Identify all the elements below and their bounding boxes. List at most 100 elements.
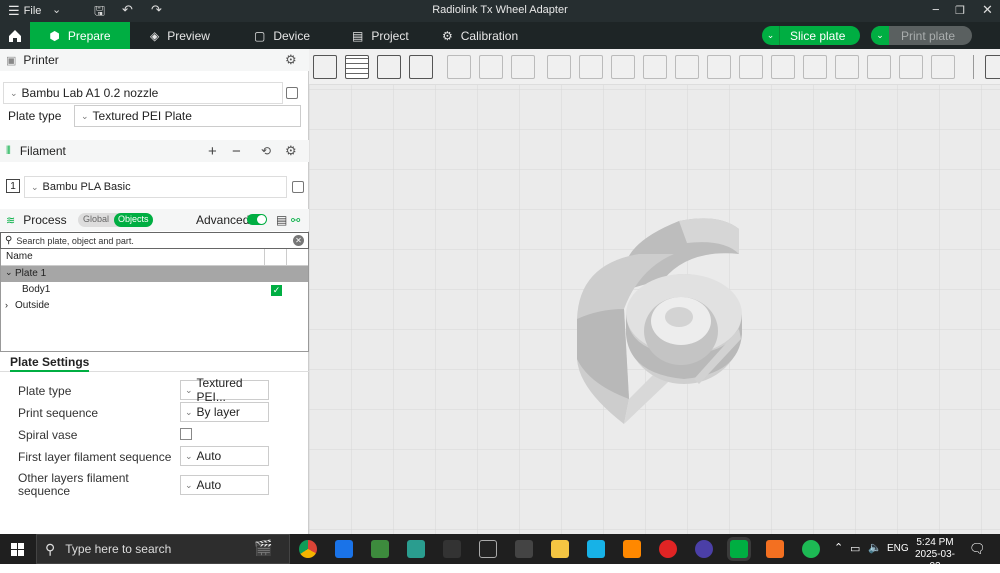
collapse-chevron-icon[interactable]: ⌄ xyxy=(5,267,13,278)
app-green-icon[interactable] xyxy=(371,540,389,558)
assembly-icon[interactable] xyxy=(899,55,923,79)
setting-other-layers-seq-select[interactable]: ⌄ Auto xyxy=(180,475,269,495)
vlc-icon[interactable] xyxy=(623,540,641,558)
object-search-box[interactable]: ⚲ Search plate, object and part. ✕ xyxy=(0,232,309,249)
compare-icon[interactable]: ▤ xyxy=(276,213,287,227)
filament-select[interactable]: ⌄ Bambu PLA Basic xyxy=(24,176,287,198)
mail-icon[interactable] xyxy=(335,540,353,558)
printer-settings-gear-icon[interactable]: ⚙ xyxy=(285,52,297,68)
add-object-icon[interactable] xyxy=(313,55,337,79)
text-tool-icon[interactable] xyxy=(803,55,827,79)
tab-project-label: Project xyxy=(371,28,409,43)
inkscape-icon[interactable] xyxy=(443,540,461,558)
network-icon[interactable]: ▭ xyxy=(850,542,860,555)
setting-first-layer-seq-select[interactable]: ⌄ Auto xyxy=(180,446,269,466)
clear-search-icon[interactable]: ✕ xyxy=(293,235,304,246)
home-button[interactable] xyxy=(0,22,30,49)
setting-print-sequence-select[interactable]: ⌄ By layer xyxy=(180,402,269,422)
clock[interactable]: 5:24 PM 2025-03-02 xyxy=(912,537,958,573)
tab-prepare[interactable]: ⬢ Prepare xyxy=(30,22,130,49)
plate-type-select[interactable]: ⌄ Textured PEI Plate xyxy=(74,105,301,127)
object-checkbox-checked[interactable]: ✓ xyxy=(271,285,282,296)
tab-preview[interactable]: ◈ Preview xyxy=(150,22,210,49)
paste-icon[interactable] xyxy=(479,55,503,79)
move-icon[interactable] xyxy=(547,55,571,79)
toggle-global[interactable]: Global xyxy=(83,214,109,224)
bambu-studio-icon[interactable] xyxy=(730,540,748,558)
tab-calibration[interactable]: ⚙ Calibration xyxy=(442,22,518,49)
app-framed-icon[interactable] xyxy=(479,540,497,558)
advanced-switch[interactable] xyxy=(247,214,267,225)
tab-project[interactable]: ▤ Project xyxy=(352,22,409,49)
variable-height-icon[interactable] xyxy=(931,55,955,79)
clock-date: 2025-03-02 xyxy=(914,549,956,572)
filament-settings-gear-icon[interactable]: ⚙ xyxy=(285,143,297,159)
restore-icon[interactable]: ❐ xyxy=(955,4,965,17)
table-row-object[interactable]: Body1 ✓ xyxy=(1,282,308,298)
global-objects-toggle[interactable]: Global Objects xyxy=(78,213,153,227)
toggle-objects[interactable]: Objects xyxy=(114,213,153,227)
copy-icon[interactable] xyxy=(447,55,471,79)
fusion-icon[interactable] xyxy=(766,540,784,558)
table-row-outside[interactable]: › Outside xyxy=(1,298,308,314)
language-indicator[interactable]: ENG xyxy=(887,543,909,554)
print-plate-button[interactable]: ⌄ Print plate xyxy=(871,26,972,45)
setting-first-layer-seq-label: First layer filament sequence xyxy=(18,450,172,464)
filter-icon[interactable]: ⚯ xyxy=(291,214,300,227)
chevron-down-icon: ⌄ xyxy=(185,406,193,417)
3d-viewport[interactable] xyxy=(309,49,1000,534)
volume-icon[interactable]: 🔈 xyxy=(868,541,882,554)
support-paint-icon[interactable] xyxy=(739,55,763,79)
app-p-icon[interactable] xyxy=(515,540,533,558)
minimize-icon[interactable]: − xyxy=(932,2,940,17)
seam-paint-icon[interactable] xyxy=(771,55,795,79)
calibration-icon: ⚙ xyxy=(442,28,453,43)
spotify-icon[interactable] xyxy=(802,540,820,558)
print-plate-label: Print plate xyxy=(901,28,956,43)
windows-start-icon[interactable] xyxy=(11,543,24,556)
app-teal-icon[interactable] xyxy=(407,540,425,558)
setting-print-sequence-value: By layer xyxy=(196,405,240,419)
spiral-vase-checkbox[interactable] xyxy=(180,428,192,440)
notifications-icon[interactable]: 🗨 xyxy=(969,541,986,557)
filament-header-label: Filament xyxy=(19,144,66,158)
tab-device[interactable]: ▢ Device xyxy=(254,22,310,49)
arrange-icon[interactable] xyxy=(409,55,433,79)
chrome-icon[interactable] xyxy=(299,540,317,558)
measure-icon[interactable] xyxy=(867,55,891,79)
add-filament-icon[interactable]: + xyxy=(208,143,217,160)
table-row-plate[interactable]: ⌄ Plate 1 xyxy=(1,266,308,282)
file-explorer-icon[interactable] xyxy=(551,540,569,558)
rotate-icon[interactable] xyxy=(579,55,603,79)
app-red-icon[interactable] xyxy=(659,540,677,558)
setting-spiral-vase-label: Spiral vase xyxy=(18,428,78,442)
tab-device-label: Device xyxy=(273,28,311,43)
slice-plate-button[interactable]: ⌄ Slice plate xyxy=(762,26,860,45)
slice-dropdown-icon[interactable]: ⌄ xyxy=(762,26,780,45)
auto-orient-icon[interactable] xyxy=(377,55,401,79)
scale-icon[interactable] xyxy=(611,55,635,79)
expand-chevron-icon[interactable]: › xyxy=(5,300,8,310)
3d-model[interactable] xyxy=(569,209,769,439)
column-divider xyxy=(286,249,287,266)
add-plate-icon[interactable] xyxy=(345,55,369,79)
view-toggle-icon[interactable] xyxy=(985,55,1000,79)
close-icon[interactable]: ✕ xyxy=(982,2,993,18)
edit-filament-icon[interactable] xyxy=(292,181,304,193)
layers-icon[interactable] xyxy=(511,55,535,79)
edit-printer-icon[interactable] xyxy=(286,87,298,99)
tray-chevron-icon[interactable]: ⌃ xyxy=(834,541,843,554)
taskbar-search-box[interactable]: ⚲ Type here to search 🎬 xyxy=(36,534,290,564)
cut-icon[interactable] xyxy=(675,55,699,79)
sync-filament-icon[interactable]: ⟲ xyxy=(261,144,271,158)
printer-select[interactable]: ⌄ Bambu Lab A1 0.2 nozzle xyxy=(3,82,283,104)
kodi-icon[interactable] xyxy=(587,540,605,558)
app-purple-icon[interactable] xyxy=(695,540,713,558)
mesh-boolean-icon[interactable] xyxy=(707,55,731,79)
print-dropdown-icon[interactable]: ⌄ xyxy=(871,26,889,45)
filament-section-header: ⦀ Filament + − ⟲ ⚙ xyxy=(0,140,309,162)
lay-on-face-icon[interactable] xyxy=(643,55,667,79)
color-paint-icon[interactable] xyxy=(835,55,859,79)
setting-plate-type-select[interactable]: ⌄ Textured PEI... xyxy=(180,376,269,404)
remove-filament-icon[interactable]: − xyxy=(232,143,241,160)
